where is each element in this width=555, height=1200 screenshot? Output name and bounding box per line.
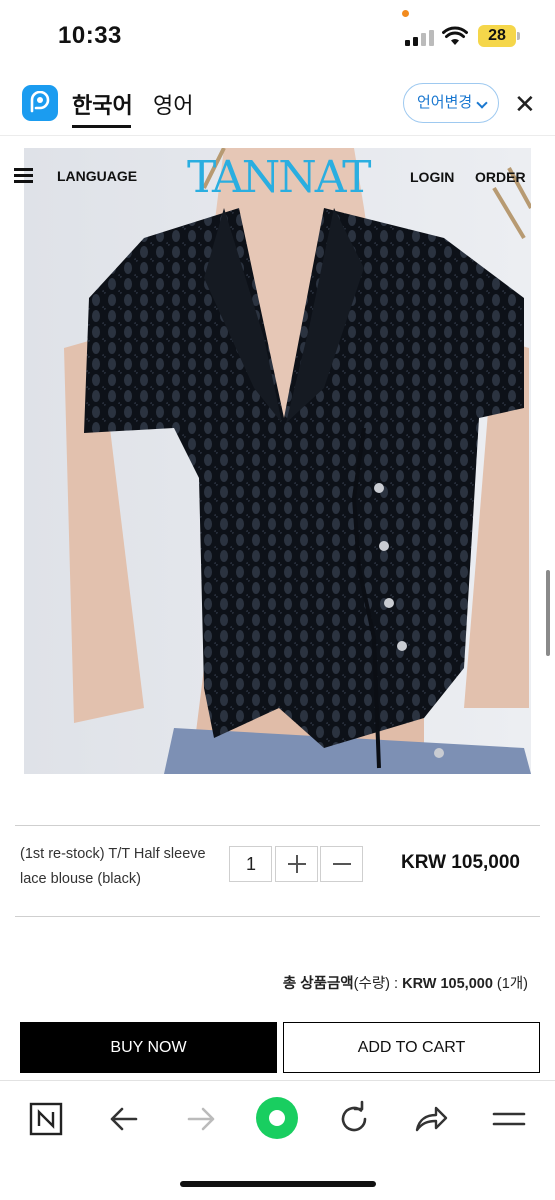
product-image[interactable] [24, 148, 531, 774]
language-link[interactable]: LANGUAGE [57, 168, 137, 184]
page: 10:33 28 한국어 영어 언어변경 ✕ LANGUAGE TANNAT L… [0, 0, 555, 1200]
minus-icon [333, 863, 351, 865]
blouse-photo-illustration [24, 148, 531, 774]
total-count: (1개) [492, 976, 528, 992]
total-amount: KRW 105,000 [402, 976, 493, 992]
change-language-button[interactable]: 언어변경 [403, 83, 499, 123]
close-icon[interactable]: ✕ [514, 91, 536, 117]
add-to-cart-button[interactable]: ADD TO CART [283, 1022, 540, 1073]
privacy-dot [402, 10, 409, 17]
active-tab-underline [72, 125, 131, 128]
naver-n-icon[interactable] [24, 1097, 68, 1141]
product-option-name: (1st re-stock) T/T Half sleeve lace blou… [20, 846, 206, 887]
tab-korean[interactable]: 한국어 [72, 88, 133, 120]
menu-icon[interactable] [487, 1097, 531, 1141]
battery-indicator: 28 [478, 25, 516, 47]
brand-logo[interactable]: TANNAT [187, 154, 371, 202]
wifi-icon [442, 26, 468, 45]
quantity-input[interactable]: 1 [229, 846, 272, 882]
option-price: KRW 105,000 [401, 852, 520, 873]
buy-now-button[interactable]: BUY NOW [20, 1022, 277, 1073]
forward-arrow-icon[interactable] [179, 1097, 223, 1141]
total-price: 총 상품금액(수량) : KRW 105,000 (1개) [283, 972, 528, 993]
hamburger-icon[interactable] [14, 168, 33, 184]
refresh-icon[interactable] [332, 1097, 376, 1141]
home-indicator [180, 1181, 376, 1187]
total-qty-label: (수량) : [353, 976, 403, 992]
scroll-indicator[interactable] [546, 570, 550, 656]
login-link[interactable]: LOGIN [410, 169, 454, 185]
quantity-plus-button[interactable] [275, 846, 318, 882]
green-home-icon[interactable] [254, 1095, 300, 1141]
back-arrow-icon[interactable] [102, 1097, 146, 1141]
papago-logo-icon [22, 85, 58, 121]
total-label: 총 상품금액 [282, 976, 354, 992]
plus-icon-vertical [296, 855, 298, 873]
tab-english[interactable]: 영어 [153, 88, 193, 120]
order-link[interactable]: ORDER [475, 169, 526, 185]
chevron-down-icon [476, 97, 488, 109]
divider-bottom [15, 916, 540, 917]
share-icon[interactable] [409, 1097, 453, 1141]
site-nav: LANGUAGE TANNAT LOGIN ORDER [0, 148, 555, 208]
change-language-label: 언어변경 [417, 94, 473, 111]
translation-bar: 한국어 영어 언어변경 ✕ [0, 74, 555, 136]
status-time: 10:33 [58, 22, 122, 49]
quantity-minus-button[interactable] [320, 846, 363, 882]
battery-tip [517, 32, 520, 40]
status-bar: 10:33 28 [0, 0, 555, 74]
divider-top [15, 825, 540, 826]
signal-icon [405, 30, 435, 46]
